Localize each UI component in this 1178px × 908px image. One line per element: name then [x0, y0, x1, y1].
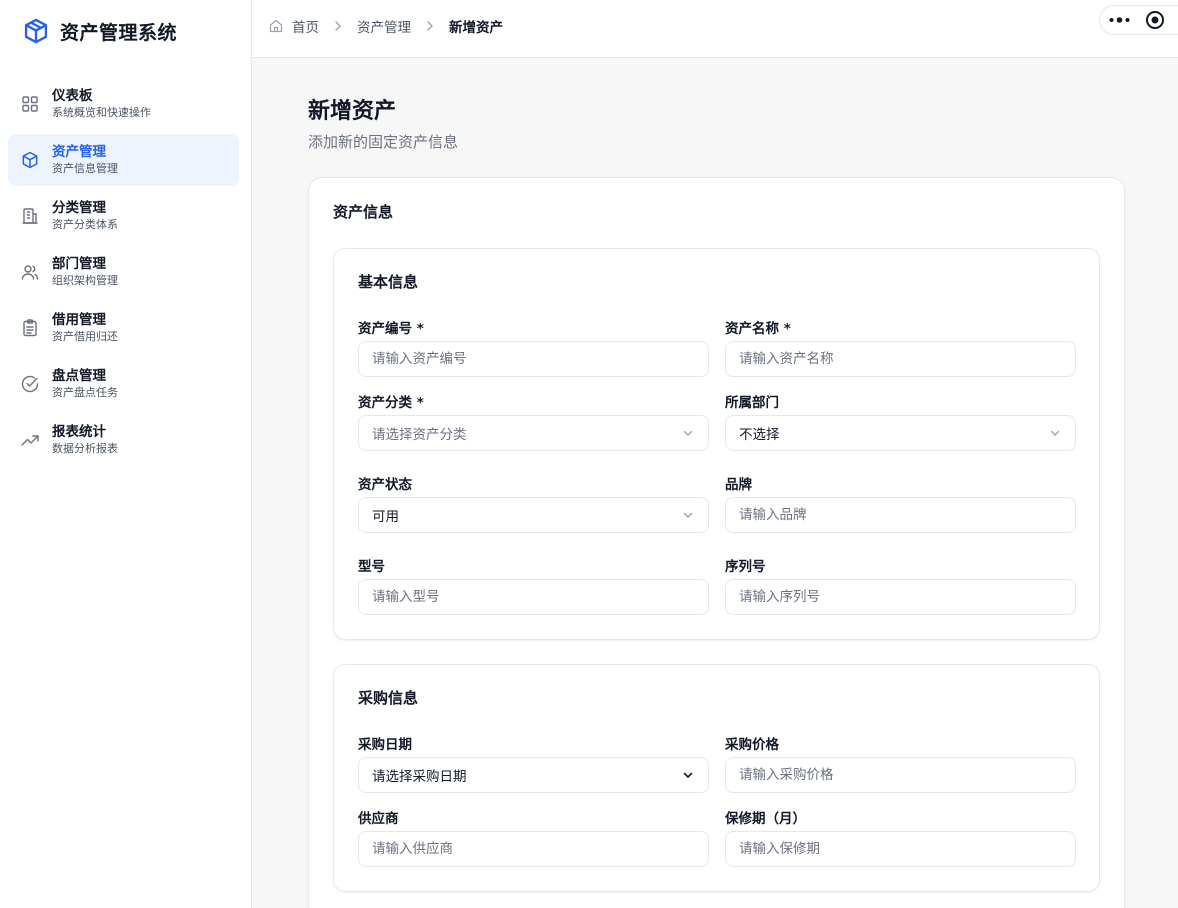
section-title: 基本信息: [358, 273, 419, 291]
sidebar-item-categories[interactable]: 分类管理 资产分类体系: [8, 190, 239, 242]
check-circle-icon: [20, 374, 40, 394]
asset-code-input[interactable]: [358, 341, 709, 377]
building-icon: [20, 206, 40, 226]
chevron-down-icon: [1048, 426, 1062, 440]
warranty-input[interactable]: [725, 831, 1076, 867]
department-select[interactable]: 不选择: [725, 415, 1076, 451]
field-label: 资产名称 *: [725, 321, 791, 337]
top-header: 首页 资产管理 新增资产: [252, 0, 1178, 58]
purchase-price-input[interactable]: [725, 757, 1076, 793]
asset-form-card: 资产信息 基本信息 资产编号 * 资产名称 * 资产分类 * 请选择资产分类 所…: [308, 177, 1125, 908]
users-icon: [20, 262, 40, 282]
sidebar-item-subtitle: 资产盘点任务: [52, 386, 118, 399]
cube-icon: [22, 17, 50, 45]
cube-icon: [20, 150, 40, 170]
sidebar-item-subtitle: 资产信息管理: [52, 162, 118, 175]
page-subtitle: 添加新的固定资产信息: [308, 133, 459, 151]
sidebar-item-label: 仪表板: [52, 88, 93, 104]
model-input[interactable]: [358, 579, 709, 615]
card-title: 资产信息: [333, 203, 394, 221]
breadcrumb-assets[interactable]: 资产管理: [357, 16, 411, 36]
sidebar-item-label: 盘点管理: [52, 368, 106, 384]
sidebar-item-label: 报表统计: [52, 424, 106, 440]
field-label: 品牌: [725, 477, 752, 493]
select-value: 请选择采购日期: [372, 769, 467, 785]
purchase-date-picker[interactable]: 请选择采购日期: [358, 757, 709, 793]
breadcrumb-current: 新增资产: [449, 20, 503, 36]
chevron-down-icon: [681, 768, 695, 782]
supplier-input[interactable]: [358, 831, 709, 867]
field-label: 资产分类 *: [358, 395, 424, 411]
field-label: 采购价格: [725, 737, 779, 753]
field-label: 保修期（月）: [725, 811, 806, 827]
sidebar-item-subtitle: 资产分类体系: [52, 218, 118, 231]
home-icon[interactable]: [268, 18, 284, 34]
sidebar-item-label: 资产管理: [52, 144, 106, 160]
sidebar-item-subtitle: 组织架构管理: [52, 274, 118, 287]
sidebar-item-reports[interactable]: 报表统计 数据分析报表: [8, 414, 239, 466]
breadcrumb: 首页 资产管理 新增资产: [268, 0, 503, 52]
clipboard-icon: [20, 318, 40, 338]
sidebar-item-subtitle: 数据分析报表: [52, 442, 118, 455]
field-label: 资产状态: [358, 477, 412, 493]
field-label: 所属部门: [725, 395, 779, 411]
chevron-right-icon: [331, 19, 345, 33]
sidebar-item-borrowing[interactable]: 借用管理 资产借用归还: [8, 302, 239, 354]
select-value: 可用: [372, 509, 399, 525]
field-label: 资产编号 *: [358, 321, 424, 337]
basic-info-section: 基本信息 资产编号 * 资产名称 * 资产分类 * 请选择资产分类 所属部门 不…: [333, 248, 1100, 640]
sidebar-item-departments[interactable]: 部门管理 组织架构管理: [8, 246, 239, 298]
field-label: 采购日期: [358, 737, 412, 753]
sidebar-item-label: 分类管理: [52, 200, 106, 216]
select-value: 不选择: [739, 427, 780, 443]
field-label: 型号: [358, 559, 385, 575]
record-icon[interactable]: [1144, 9, 1166, 31]
sidebar-item-subtitle: 资产借用归还: [52, 330, 118, 343]
sidebar-item-dashboard[interactable]: 仪表板 系统概览和快速操作: [8, 78, 239, 130]
brand-input[interactable]: [725, 497, 1076, 533]
sidebar: 资产管理系统 仪表板 系统概览和快速操作 资产管理 资产信息管理 分类管理 资产…: [0, 0, 252, 908]
window-actions: [1099, 5, 1178, 35]
page-title: 新增资产: [308, 99, 397, 124]
field-label: 序列号: [725, 559, 766, 575]
sidebar-item-subtitle: 系统概览和快速操作: [52, 106, 151, 119]
asset-name-input[interactable]: [725, 341, 1076, 377]
breadcrumb-home[interactable]: 首页: [292, 16, 319, 36]
sidebar-item-inventory[interactable]: 盘点管理 资产盘点任务: [8, 358, 239, 410]
brand[interactable]: 资产管理系统: [22, 14, 177, 48]
more-icon[interactable]: [1106, 10, 1134, 30]
sidebar-item-label: 借用管理: [52, 312, 106, 328]
field-label: 供应商: [358, 811, 399, 827]
purchase-info-section: 采购信息 采购日期 请选择采购日期 采购价格 供应商 保修期（月）: [333, 664, 1100, 892]
category-select[interactable]: 请选择资产分类: [358, 415, 709, 451]
chevron-down-icon: [681, 426, 695, 440]
sidebar-item-assets[interactable]: 资产管理 资产信息管理: [8, 134, 239, 186]
app-title: 资产管理系统: [60, 21, 178, 44]
status-select[interactable]: 可用: [358, 497, 709, 533]
sidebar-item-label: 部门管理: [52, 256, 106, 272]
select-value: 请选择资产分类: [372, 427, 467, 443]
serial-input[interactable]: [725, 579, 1076, 615]
section-title: 采购信息: [358, 689, 419, 707]
grid-icon: [20, 94, 40, 114]
chevron-right-icon: [423, 19, 437, 33]
sidebar-nav: 仪表板 系统概览和快速操作 资产管理 资产信息管理 分类管理 资产分类体系 部门…: [8, 78, 239, 470]
trend-up-icon: [20, 430, 40, 450]
chevron-down-icon: [681, 508, 695, 522]
